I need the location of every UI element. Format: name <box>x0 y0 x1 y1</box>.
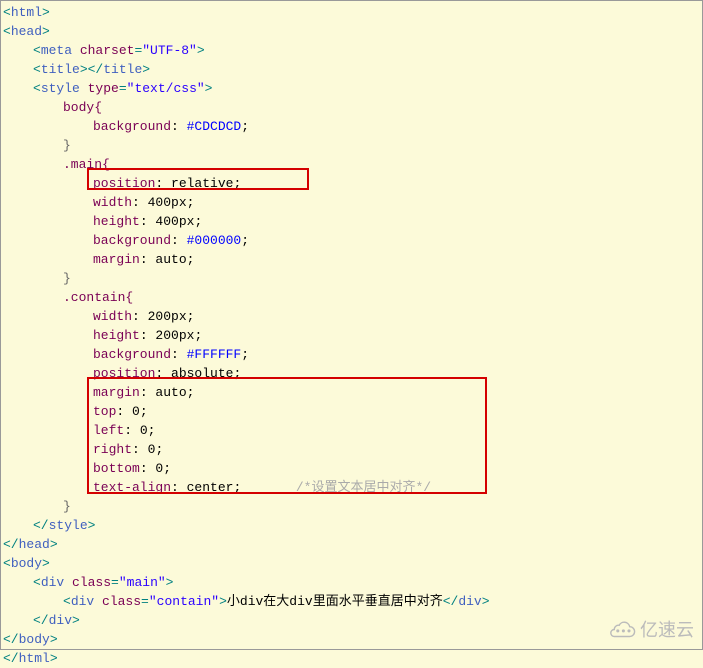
cloud-icon <box>608 619 636 641</box>
watermark-text: 亿速云 <box>640 621 694 640</box>
css-comment: /*设置文本居中对齐*/ <box>296 480 431 495</box>
inner-text: 小div在大div里面水平垂直居中对齐 <box>227 594 443 609</box>
watermark: 亿速云 <box>608 619 694 641</box>
code-block: <html> <head> <meta charset="UTF-8"> <ti… <box>3 3 700 668</box>
